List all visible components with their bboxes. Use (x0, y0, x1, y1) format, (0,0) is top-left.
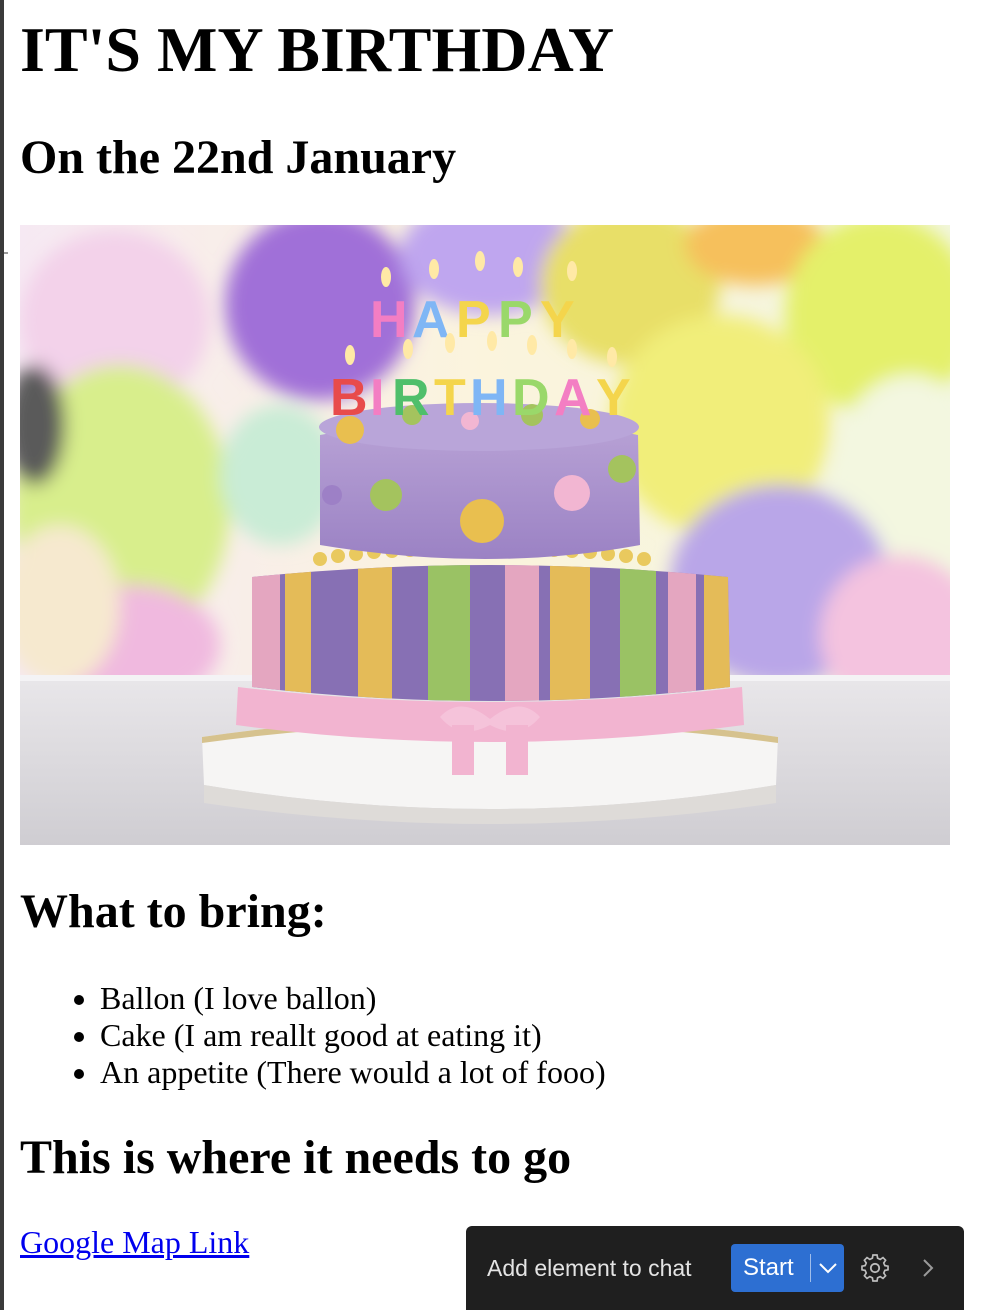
svg-text:T: T (434, 369, 466, 427)
gear-icon[interactable] (860, 1253, 890, 1283)
svg-text:I: I (370, 369, 384, 427)
svg-text:Y: Y (596, 369, 631, 427)
list-item: An appetite (There would a lot of fooo) (100, 1054, 606, 1091)
add-element-label: Add element to chat (487, 1255, 692, 1281)
svg-text:B: B (330, 369, 368, 427)
birthday-cake-image: H A P P Y B I R T H D A Y (20, 225, 950, 845)
svg-text:H: H (370, 291, 408, 349)
bring-list: Ballon (I love ballon) Cake (I am reallt… (20, 980, 606, 1091)
svg-text:Y: Y (540, 291, 575, 349)
svg-text:A: A (554, 369, 592, 427)
window-left-edge (0, 0, 4, 1310)
location-heading: This is where it needs to go (20, 1131, 572, 1184)
start-button[interactable]: Start (731, 1244, 844, 1292)
date-heading: On the 22nd January (20, 131, 457, 184)
page-title: IT'S MY BIRTHDAY (20, 14, 615, 85)
chevron-right-icon[interactable] (920, 1257, 936, 1279)
list-item: Cake (I am reallt good at eating it) (100, 1017, 606, 1054)
add-element-toolbar: Add element to chat Start (466, 1226, 964, 1310)
window-edge-notch (4, 252, 8, 254)
chevron-down-icon (819, 1263, 837, 1274)
svg-text:R: R (392, 369, 430, 427)
svg-text:P: P (498, 291, 533, 349)
svg-text:D: D (512, 369, 550, 427)
svg-text:P: P (456, 291, 491, 349)
start-dropdown-button[interactable] (811, 1244, 844, 1292)
svg-text:A: A (412, 291, 450, 349)
start-button-label: Start (743, 1254, 794, 1281)
svg-text:H: H (470, 369, 508, 427)
what-to-bring-heading: What to bring: (20, 885, 327, 938)
list-item: Ballon (I love ballon) (100, 980, 606, 1017)
google-map-link[interactable]: Google Map Link (20, 1224, 249, 1261)
